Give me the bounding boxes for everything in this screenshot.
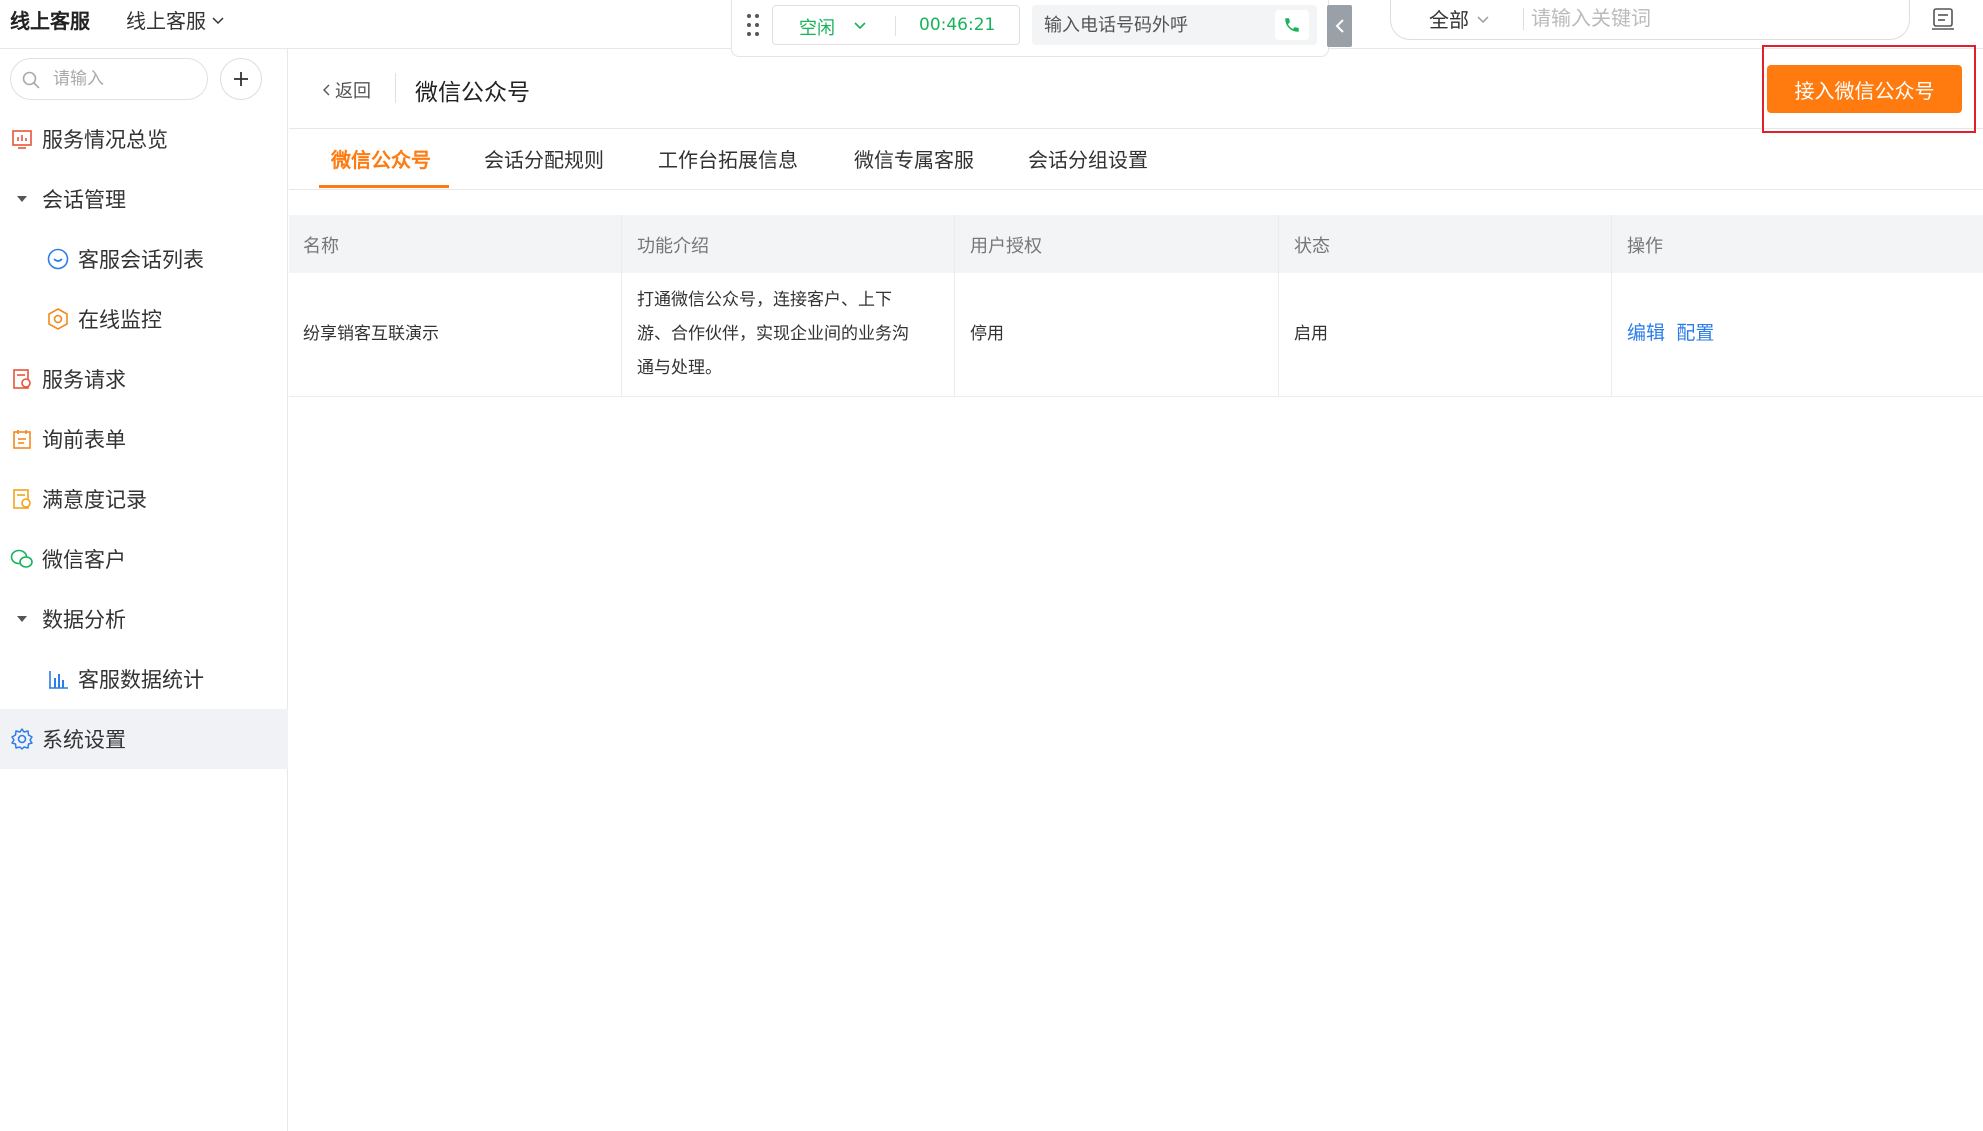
caret-down-icon [8,605,36,633]
brand-title: 线上客服 [10,9,90,33]
caret-down-icon [8,185,36,213]
cell-actions: 编辑 配置 [1627,316,1714,351]
wechat-icon [8,545,36,573]
phone-icon [1285,18,1299,32]
sidebar-item-satisfaction-records[interactable]: 满意度记录 [0,469,288,529]
column-header-actions: 操作 [1627,236,1663,257]
sidebar-item-wechat-customers[interactable]: 微信客户 [0,529,288,589]
back-label: 返回 [335,81,371,102]
page-title: 微信公众号 [415,80,530,106]
agent-status: 空闲 [799,18,835,39]
column-header-authorization: 用户授权 [970,236,1042,257]
sidebar-item-label: 数据分析 [42,608,126,632]
tab-bar: 微信公众号 会话分配规则 工作台拓展信息 微信专属客服 会话分组设置 [289,130,1983,190]
keyword-search-input[interactable] [1531,2,1891,34]
top-bar: 线上客服 线上客服 空闲 00:46:21 全部 [0,0,1983,57]
sidebar-item-label: 微信客户 [42,548,126,572]
edit-link[interactable]: 编辑 [1627,322,1665,344]
global-search: 全部 [1390,0,1910,40]
divider [895,16,896,36]
sidebar-item-label: 客服数据统计 [78,668,204,692]
sidebar: 服务情况总览 会话管理 客服会话列表 在线监控 服务请求 询前表单 满意度记录 … [0,49,288,1131]
sidebar-item-label: 在线监控 [78,308,162,332]
back-button[interactable]: 返回 [321,77,371,103]
cell-name: 纷享销客互联演示 [303,324,439,344]
agent-status-select[interactable]: 空闲 00:46:21 [772,5,1020,45]
sidebar-item-system-settings[interactable]: 系统设置 [0,709,288,769]
description-line: 游、合作伙伴，实现企业间的业务沟 [637,324,909,344]
sidebar-item-label: 服务情况总览 [42,128,168,152]
chevron-left-icon [323,84,330,96]
chevron-down-icon [1477,15,1489,23]
table-header: 名称 功能介绍 用户授权 状态 操作 [289,215,1983,273]
plus-icon [234,72,248,86]
column-header-name: 名称 [303,236,339,257]
sidebar-item-label: 询前表单 [42,428,126,452]
page-header: 返回 微信公众号 接入微信公众号 [289,45,1983,133]
add-button[interactable] [220,58,262,100]
description-line: 打通微信公众号，连接客户、上下 [637,290,892,310]
monitor-icon [44,305,72,333]
sidebar-item-agent-statistics[interactable]: 客服数据统计 [0,649,288,709]
sidebar-search[interactable] [10,58,208,100]
tab-wechat-accounts[interactable]: 微信公众号 [331,144,431,173]
gear-icon [8,725,36,753]
divider [1523,8,1524,30]
sidebar-item-online-monitor[interactable]: 在线监控 [0,289,288,349]
search-scope-select[interactable]: 全部 [1429,4,1491,33]
chevron-down-icon [854,22,866,30]
app-switcher[interactable]: 线上客服 [126,5,226,34]
search-icon [22,71,40,89]
sidebar-item-label: 满意度记录 [42,488,147,512]
tab-workbench-extension[interactable]: 工作台拓展信息 [658,144,798,173]
bar-chart-icon [44,665,72,693]
notification-icon[interactable] [1930,6,1956,32]
column-header-description: 功能介绍 [637,236,709,257]
sidebar-item-session-list[interactable]: 客服会话列表 [0,229,288,289]
cell-authorization: 停用 [970,324,1004,344]
cell-status: 启用 [1294,324,1328,344]
active-tab-indicator [319,185,449,188]
description-line: 通与处理。 [637,358,722,378]
cell-description: 打通微信公众号，连接客户、上下 游、合作伙伴，实现企业间的业务沟 通与处理。 [637,283,909,385]
sidebar-item-label: 客服会话列表 [78,248,204,272]
form-icon [8,425,36,453]
sidebar-item-session-management[interactable]: 会话管理 [0,169,288,229]
column-header-status: 状态 [1294,236,1330,257]
collapse-toolbar-button[interactable] [1327,5,1352,47]
sidebar-item-label: 服务请求 [42,368,126,392]
sidebar-item-pre-inquiry-form[interactable]: 询前表单 [0,409,288,469]
table-row: 纷享销客互联演示 打通微信公众号，连接客户、上下 游、合作伙伴，实现企业间的业务… [289,273,1983,397]
tab-session-allocation-rules[interactable]: 会话分配规则 [484,144,604,173]
sidebar-item-service-overview[interactable]: 服务情况总览 [0,109,288,169]
sidebar-item-label: 系统设置 [42,728,126,752]
sidebar-item-data-analysis[interactable]: 数据分析 [0,589,288,649]
search-scope-label: 全部 [1429,8,1469,32]
sidebar-item-label: 会话管理 [42,188,126,212]
dashboard-icon [8,125,36,153]
chat-bubble-icon [44,245,72,273]
configure-link[interactable]: 配置 [1676,322,1714,344]
connect-wechat-account-button[interactable]: 接入微信公众号 [1767,65,1962,113]
call-timer: 00:46:21 [919,15,996,35]
tab-session-group-settings[interactable]: 会话分组设置 [1028,144,1148,173]
satisfaction-icon [8,485,36,513]
app-switcher-label: 线上客服 [126,9,206,33]
divider [395,73,396,103]
request-icon [8,365,36,393]
dial-button[interactable] [1275,10,1309,40]
chevron-down-icon [212,16,224,24]
tab-wechat-dedicated-agent[interactable]: 微信专属客服 [854,144,974,173]
sidebar-search-input[interactable] [53,67,193,91]
sidebar-item-service-request[interactable]: 服务请求 [0,349,288,409]
chevron-left-icon [1335,19,1344,33]
main-content: 返回 微信公众号 接入微信公众号 微信公众号 会话分配规则 工作台拓展信息 微信… [289,45,1983,1131]
drag-handle-icon[interactable] [744,12,762,38]
